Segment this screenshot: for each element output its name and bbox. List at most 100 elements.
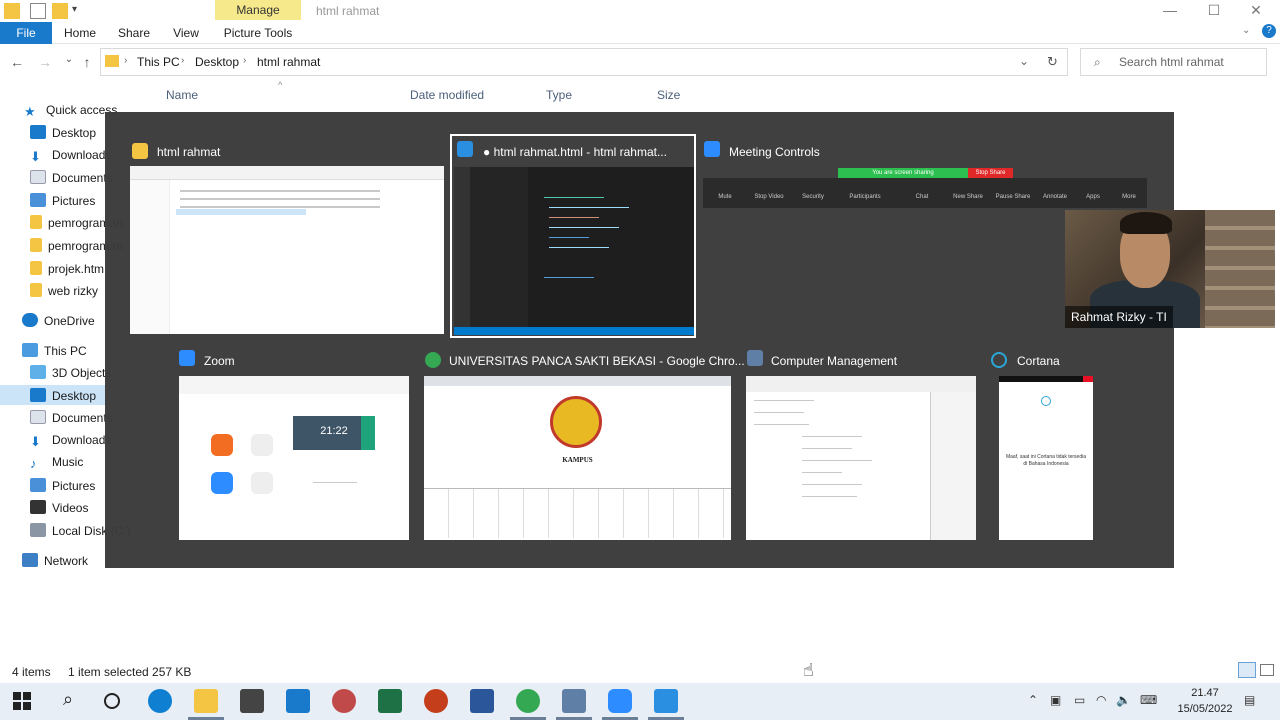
stop-share-button[interactable]: Stop Share bbox=[968, 168, 1013, 178]
computer-management-icon[interactable] bbox=[562, 689, 586, 713]
star-icon: ★ bbox=[24, 104, 36, 119]
tab-file[interactable]: File bbox=[0, 22, 52, 44]
more-button[interactable]: More bbox=[1109, 194, 1149, 200]
task-view-icon[interactable] bbox=[100, 689, 124, 713]
file-explorer-icon[interactable] bbox=[194, 689, 218, 713]
sidebar-item-projek[interactable]: projek.htm bbox=[30, 261, 104, 276]
mail-icon[interactable] bbox=[286, 689, 310, 713]
tab-view[interactable]: View bbox=[166, 22, 206, 44]
sidebar-item-pictures[interactable]: Pictures bbox=[30, 193, 95, 208]
sidebar-item-documents[interactable]: Documents bbox=[30, 170, 113, 185]
tab-home[interactable]: Home bbox=[60, 22, 100, 44]
sidebar-quick-access[interactable]: ★ Quick access bbox=[24, 103, 117, 119]
column-type[interactable]: Type bbox=[546, 88, 572, 102]
system-clock[interactable]: 21.47 15/05/2022 bbox=[1172, 685, 1238, 717]
window-title-vscode: ● html rahmat.html - html rahmat... bbox=[483, 145, 667, 159]
sidebar-item-desktop[interactable]: Desktop bbox=[30, 125, 96, 140]
search-icon[interactable]: ⌕ bbox=[56, 689, 80, 713]
sidebar-item-3d-objects[interactable]: 3D Objects bbox=[30, 365, 111, 380]
chat-button[interactable]: Chat bbox=[902, 194, 942, 200]
window-title: html rahmat bbox=[316, 4, 380, 18]
window-thumbnail-cortana[interactable]: Maaf, saat ini Cortana tidak tersedia di… bbox=[999, 376, 1093, 540]
address-dropdown-icon[interactable]: ⌄ bbox=[1019, 54, 1029, 68]
details-view-icon[interactable] bbox=[1238, 662, 1256, 678]
search-input[interactable]: Search html rahmat bbox=[1080, 48, 1267, 76]
window-thumbnail-zoom[interactable]: 21:22 bbox=[179, 376, 409, 540]
zoom-icon[interactable] bbox=[608, 689, 632, 713]
snipping-tool-icon[interactable] bbox=[332, 689, 356, 713]
sidebar-item-music[interactable]: ♪ Music bbox=[30, 455, 83, 471]
breadcrumb-html-rahmat[interactable]: html rahmat bbox=[257, 55, 320, 69]
help-icon[interactable]: ? bbox=[1262, 24, 1276, 38]
excel-icon[interactable] bbox=[378, 689, 402, 713]
sidebar-network[interactable]: Network bbox=[22, 553, 88, 568]
stop-video-button[interactable]: Stop Video bbox=[749, 194, 789, 200]
annotate-button[interactable]: Annotate bbox=[1035, 194, 1075, 200]
properties-icon[interactable] bbox=[30, 3, 46, 19]
sidebar-item-pictures-pc[interactable]: Pictures bbox=[30, 478, 95, 493]
window-thumbnail-chrome[interactable]: KAMPUS bbox=[424, 376, 731, 540]
sidebar-this-pc[interactable]: This PC bbox=[22, 343, 87, 358]
download-icon: ⬇ bbox=[30, 434, 41, 449]
volume-icon[interactable]: 🔈 bbox=[1116, 693, 1131, 707]
window-thumbnail-vscode[interactable] bbox=[454, 167, 694, 335]
manage-tab[interactable]: Manage bbox=[215, 0, 301, 20]
sidebar-item-documents-pc[interactable]: Documents bbox=[30, 410, 113, 425]
sort-up-icon: ^ bbox=[278, 80, 283, 90]
new-folder-icon[interactable] bbox=[52, 3, 68, 19]
column-date-modified[interactable]: Date modified bbox=[410, 88, 484, 102]
powerpoint-icon[interactable] bbox=[424, 689, 448, 713]
download-icon: ⬇ bbox=[30, 149, 41, 164]
mute-button[interactable]: Mute bbox=[705, 194, 745, 200]
video-icon bbox=[30, 500, 46, 514]
column-name[interactable]: Name bbox=[166, 88, 198, 102]
security-button[interactable]: Security bbox=[793, 194, 833, 200]
sidebar-item-videos[interactable]: Videos bbox=[30, 500, 88, 515]
tab-picture-tools[interactable]: Picture Tools bbox=[215, 22, 301, 44]
breadcrumb-desktop[interactable]: Desktop bbox=[195, 55, 239, 69]
refresh-icon[interactable]: ↻ bbox=[1047, 54, 1058, 70]
participants-button[interactable]: Participants bbox=[845, 194, 885, 200]
recent-locations-icon[interactable]: ⌄ bbox=[60, 54, 78, 72]
chevron-down-icon[interactable]: ▾ bbox=[72, 4, 77, 15]
up-arrow-icon[interactable]: ↑ bbox=[78, 54, 96, 72]
column-size[interactable]: Size bbox=[657, 88, 680, 102]
chevron-up-icon[interactable]: ⌃ bbox=[1028, 693, 1038, 707]
folder-icon bbox=[30, 283, 42, 297]
battery-icon[interactable]: ▭ bbox=[1074, 693, 1085, 707]
back-arrow-icon[interactable]: ← bbox=[8, 54, 26, 72]
maximize-button[interactable]: ☐ bbox=[1204, 2, 1224, 20]
new-share-button[interactable]: New Share bbox=[948, 194, 988, 200]
window-thumbnail-computer-management[interactable] bbox=[746, 376, 976, 540]
keyboard-icon[interactable]: ⌨ bbox=[1140, 693, 1157, 707]
window-thumbnail-explorer[interactable] bbox=[130, 166, 444, 334]
start-icon[interactable] bbox=[10, 689, 34, 713]
pause-share-button[interactable]: Pause Share bbox=[993, 194, 1033, 200]
sidebar-onedrive[interactable]: OneDrive bbox=[22, 313, 95, 328]
sidebar-item-downloads-pc[interactable]: ⬇ Downloads bbox=[30, 433, 111, 449]
tab-share[interactable]: Share bbox=[112, 22, 156, 44]
ribbon: File Home Share View Picture Tools ⌄ ? bbox=[0, 22, 1280, 44]
word-icon[interactable] bbox=[470, 689, 494, 713]
sidebar-item-web-rizky[interactable]: web rizky bbox=[30, 283, 98, 298]
store-icon[interactable] bbox=[240, 689, 264, 713]
edge-icon[interactable] bbox=[148, 689, 172, 713]
close-button[interactable]: ✕ bbox=[1246, 2, 1266, 20]
breadcrumb-this-pc[interactable]: This PC bbox=[137, 55, 180, 69]
apps-button[interactable]: Apps bbox=[1073, 194, 1113, 200]
window-title-computer-management: Computer Management bbox=[771, 354, 898, 368]
minimize-button[interactable]: — bbox=[1160, 2, 1180, 20]
vscode-icon[interactable] bbox=[654, 689, 678, 713]
sidebar-item-downloads[interactable]: ⬇ Downloads bbox=[30, 148, 111, 164]
notifications-icon[interactable]: ▤ bbox=[1244, 693, 1255, 707]
folder-icon[interactable] bbox=[4, 3, 20, 19]
forward-arrow-icon[interactable]: → bbox=[36, 54, 54, 72]
vscode-icon bbox=[457, 141, 473, 157]
wifi-icon[interactable]: ◠ bbox=[1096, 693, 1106, 707]
sidebar-item-desktop-pc[interactable]: Desktop bbox=[30, 388, 96, 403]
zoom-icon bbox=[704, 141, 720, 157]
chrome-icon[interactable] bbox=[516, 689, 540, 713]
large-icons-view-icon[interactable] bbox=[1260, 664, 1274, 676]
expand-ribbon-icon[interactable]: ⌄ bbox=[1242, 25, 1250, 36]
meet-now-icon[interactable]: ▣ bbox=[1050, 693, 1061, 707]
